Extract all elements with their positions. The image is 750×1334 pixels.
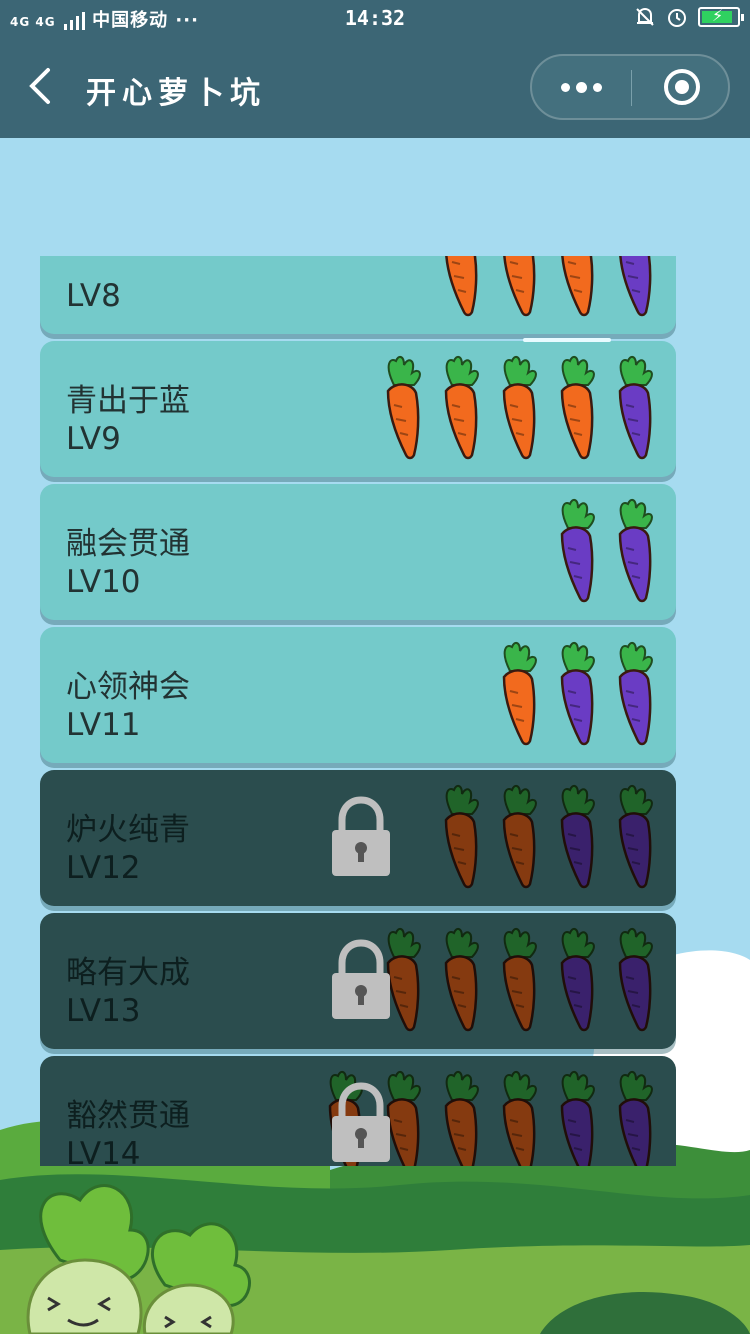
purple-carrot-icon (560, 784, 595, 889)
level-number: LV9 (66, 421, 121, 457)
level-number: LV11 (66, 707, 141, 743)
level-card[interactable]: 青出于蓝 LV9 (40, 341, 676, 477)
level-card[interactable]: 融会贯通 LV10 (40, 484, 676, 620)
level-number: LV8 (66, 278, 121, 314)
purple-carrot-icon (560, 927, 595, 1032)
status-bar: 4G 4G 中国移动 ··· 14:32 ⚡ (0, 0, 750, 40)
carrot-rating (548, 498, 660, 604)
level-name: 融会贯通 (66, 526, 190, 562)
orange-carrot-icon (561, 256, 594, 317)
purple-carrot-icon (560, 641, 595, 746)
purple-carrot-icon (618, 1070, 653, 1166)
level-name: 炉火纯青 (66, 812, 190, 848)
orange-carrot-icon (444, 927, 479, 1032)
level-number: LV12 (66, 850, 141, 886)
carrot-rating (490, 641, 660, 747)
carrot-rating (432, 784, 660, 890)
level-card[interactable]: LV8 (40, 256, 676, 334)
level-card[interactable]: 心领神会 LV11 (40, 627, 676, 763)
top-bar: 4G 4G 中国移动 ··· 14:32 ⚡ 开心萝卜坑 (0, 0, 750, 138)
orange-carrot-icon (444, 1070, 479, 1166)
level-number: LV14 (66, 1136, 141, 1166)
card-highlight (523, 338, 611, 342)
radish-character-left (26, 1184, 150, 1334)
navigation-bar: 开心萝卜坑 (0, 40, 750, 138)
alarm-clock-icon (668, 9, 686, 27)
purple-carrot-icon (560, 498, 595, 603)
purple-carrot-icon (618, 355, 653, 460)
chevron-left-icon (29, 68, 50, 104)
mute-bell-icon (636, 7, 654, 26)
orange-carrot-icon (503, 256, 536, 317)
carrot-rating (432, 256, 660, 318)
level-number: LV13 (66, 993, 141, 1029)
carrot-rating (374, 355, 660, 461)
battery-icon: ⚡ (698, 6, 744, 27)
level-card: 略有大成 LV13 (40, 913, 676, 1049)
back-button[interactable] (24, 64, 64, 114)
lock-icon (332, 1082, 390, 1162)
orange-carrot-icon (386, 355, 421, 460)
page-title: 开心萝卜坑 (86, 76, 266, 111)
more-options-button[interactable] (532, 56, 630, 118)
purple-carrot-icon (618, 784, 653, 889)
orange-carrot-icon (502, 641, 537, 746)
level-name: 青出于蓝 (66, 383, 190, 419)
lock-icon (332, 796, 390, 876)
purple-carrot-icon (618, 641, 653, 746)
orange-carrot-icon (502, 784, 537, 889)
orange-carrot-icon (445, 256, 478, 317)
level-name: 略有大成 (66, 955, 190, 991)
level-card: 炉火纯青 LV12 (40, 770, 676, 906)
purple-carrot-icon (618, 498, 653, 603)
level-card: 豁然贯通 LV14 (40, 1056, 676, 1166)
orange-carrot-icon (502, 1070, 537, 1166)
miniprogram-capsule (530, 54, 730, 120)
purple-carrot-icon (618, 927, 653, 1032)
lock-icon (332, 939, 390, 1019)
status-icons: ⚡ (634, 6, 744, 28)
orange-carrot-icon (444, 355, 479, 460)
capsule-divider (631, 70, 632, 106)
orange-carrot-icon (502, 355, 537, 460)
level-name: 豁然贯通 (66, 1098, 190, 1134)
orange-carrot-icon (560, 355, 595, 460)
purple-carrot-icon (560, 1070, 595, 1166)
level-name: 心领神会 (66, 669, 190, 705)
orange-carrot-icon (444, 784, 479, 889)
carrot-rating (374, 927, 660, 1033)
purple-carrot-icon (619, 256, 652, 317)
level-number: LV10 (66, 564, 141, 600)
radish-character-right (142, 1222, 251, 1334)
level-list[interactable]: LV8 青出于蓝 LV9 融会贯通 LV10 心领神会 LV11 炉火纯青 LV12 略有大成 LV… (0, 256, 750, 1166)
orange-carrot-icon (502, 927, 537, 1032)
close-miniprogram-button[interactable] (664, 69, 700, 105)
